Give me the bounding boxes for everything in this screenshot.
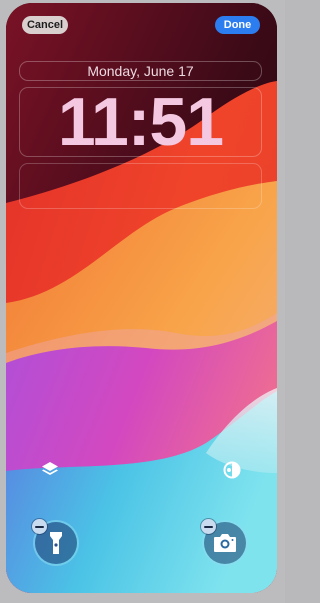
layers-icon[interactable] [39, 459, 61, 481]
remove-camera-button[interactable] [201, 519, 216, 534]
lock-screen-editor: Cancel Done Monday, June 17 11:51 [6, 3, 277, 593]
remove-flashlight-button[interactable] [32, 519, 47, 534]
date-label: Monday, June 17 [87, 63, 194, 79]
cancel-button[interactable]: Cancel [22, 16, 68, 34]
color-filter-icon[interactable] [221, 459, 243, 481]
widget-area[interactable] [19, 163, 262, 209]
clock-time: 11:51 [57, 84, 224, 160]
done-button[interactable]: Done [215, 16, 260, 34]
